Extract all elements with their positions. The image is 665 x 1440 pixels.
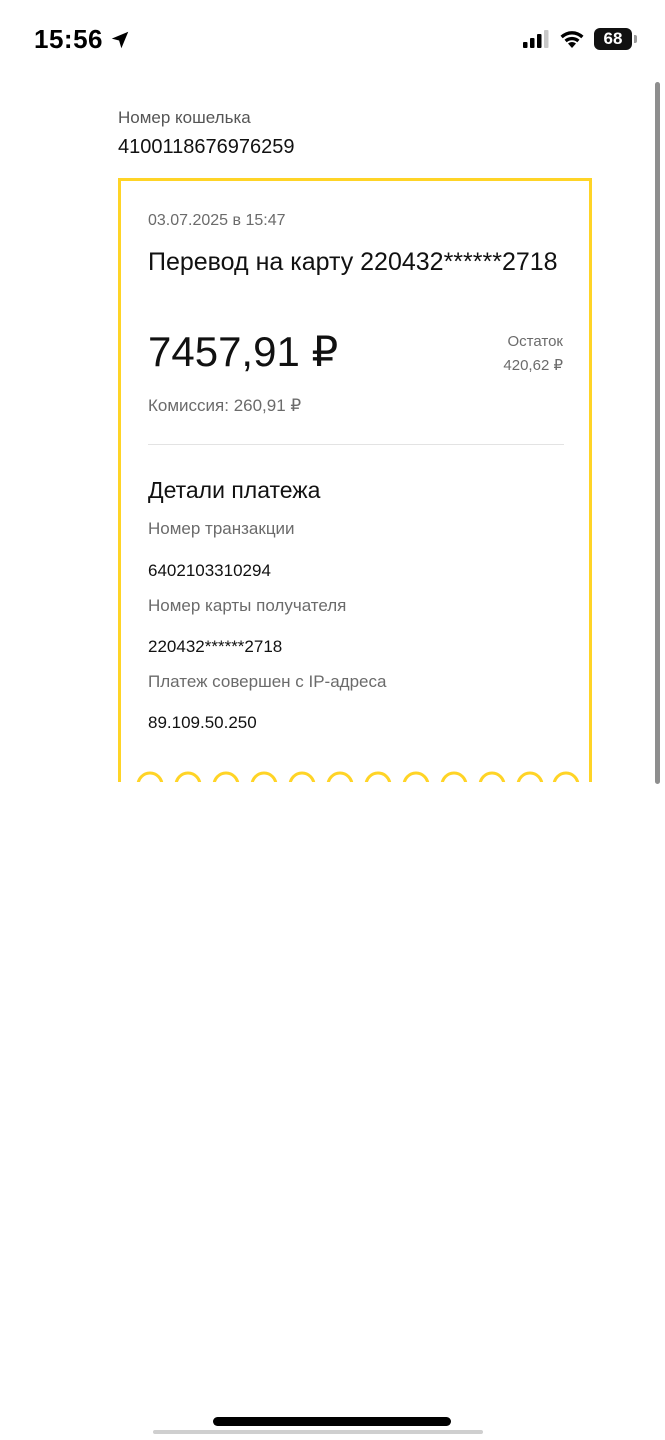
receipt-card: 03.07.2025 в 15:47 Перевод на карту 2204…	[118, 178, 592, 782]
receipt-scalloped-edge	[136, 771, 580, 782]
transaction-id-value: 6402103310294	[148, 561, 271, 580]
ip-address-label: Платеж совершен с IP-адреса	[148, 672, 387, 691]
battery-tip	[634, 35, 637, 43]
transaction-date: 03.07.2025 в 15:47	[148, 212, 286, 229]
wifi-icon	[560, 31, 584, 48]
status-bar: 15:56 68	[0, 0, 665, 80]
divider	[148, 444, 564, 445]
transaction-title: Перевод на карту 220432******2718	[148, 248, 558, 276]
status-indicators: 68	[522, 28, 637, 50]
scrollbar-thumb[interactable]	[655, 82, 660, 784]
ip-address-value: 89.109.50.250	[148, 713, 257, 732]
battery-level: 68	[594, 28, 632, 50]
home-indicator[interactable]	[213, 1417, 451, 1426]
status-time: 15:56	[34, 24, 131, 55]
details-title: Детали платежа	[148, 477, 321, 503]
recipient-card-value: 220432******2718	[148, 637, 283, 656]
balance-value: 420,62 ₽	[503, 357, 563, 374]
commission: Комиссия: 260,91 ₽	[148, 396, 302, 415]
home-indicator-track	[153, 1430, 483, 1434]
wallet-label: Номер кошелька	[118, 108, 251, 127]
wallet-number: 4100118676976259	[118, 136, 295, 158]
recipient-card-label: Номер карты получателя	[148, 596, 347, 615]
signal-icon	[523, 30, 549, 48]
transaction-amount: 7457,91 ₽	[148, 328, 339, 375]
battery-icon: 68	[594, 28, 637, 50]
balance-label: Остаток	[507, 333, 564, 350]
status-time-text: 15:56	[34, 24, 103, 54]
location-arrow-icon	[111, 31, 129, 48]
transaction-id-label: Номер транзакции	[148, 519, 295, 538]
